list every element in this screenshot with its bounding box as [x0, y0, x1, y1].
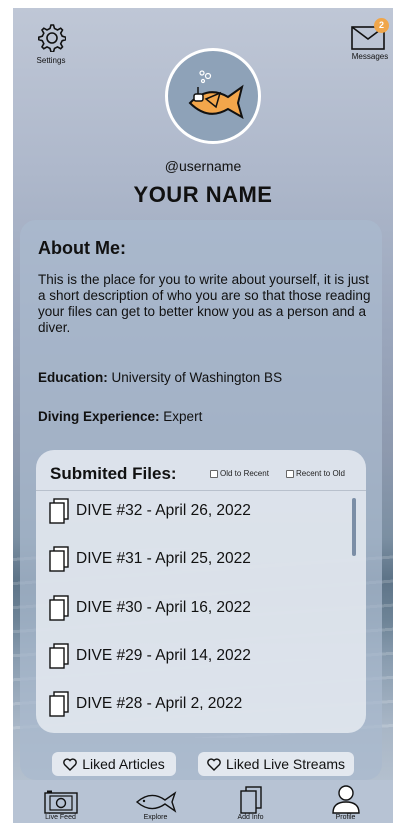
- documents-icon: [239, 786, 262, 814]
- file-item[interactable]: DIVE #31 - April 25, 2022: [48, 546, 251, 572]
- document-icon: [49, 643, 69, 669]
- experience-label: Diving Experience:: [38, 409, 160, 424]
- liked-streams-label: Liked Live Streams: [225, 756, 346, 772]
- experience-value: Expert: [159, 409, 203, 424]
- nav-add-info[interactable]: Add Info: [211, 784, 291, 823]
- nav-label: Explore: [143, 814, 168, 821]
- fish-icon: [135, 791, 176, 813]
- files-title: Submited Files:: [50, 464, 177, 483]
- document-icon: [49, 498, 69, 524]
- file-item[interactable]: DIVE #28 - April 2, 2022: [48, 691, 242, 717]
- nav-label: Profile: [335, 814, 356, 821]
- education-line: Education: University of Washington BS: [38, 370, 282, 385]
- settings-label: Settings: [36, 56, 66, 65]
- document-icon: [49, 546, 69, 572]
- nav-explore[interactable]: Explore: [116, 784, 196, 823]
- camera-icon: [43, 790, 78, 814]
- checkbox[interactable]: [210, 469, 218, 478]
- file-item[interactable]: DIVE #32 - April 26, 2022: [48, 498, 251, 524]
- bottom-nav: Live Feed Explore Add Info Profile: [13, 780, 393, 823]
- education-value: University of Washington BS: [107, 370, 283, 385]
- liked-articles-label: Liked Articles: [82, 756, 165, 772]
- sort-recent-label: Recent to Old: [296, 469, 345, 478]
- heart-icon: [207, 757, 221, 771]
- profile-screen: Settings 2 Messages @username YOUR NAME …: [13, 8, 393, 823]
- liked-articles-button[interactable]: Liked Articles: [52, 752, 176, 776]
- checkbox[interactable]: [286, 469, 294, 478]
- file-name: DIVE #31 - April 25, 2022: [76, 550, 251, 567]
- sort-recent-to-old[interactable]: Recent to Old: [286, 469, 345, 478]
- submitted-files-panel: Submited Files: Old to Recent Recent to …: [36, 450, 366, 733]
- about-title: About Me:: [38, 238, 126, 258]
- files-scrollbar[interactable]: [352, 498, 356, 556]
- sort-old-label: Old to Recent: [220, 469, 269, 478]
- education-label: Education:: [38, 370, 108, 385]
- messages-button[interactable]: 2 Messages: [347, 18, 393, 61]
- gear-icon: [38, 24, 67, 53]
- experience-line: Diving Experience: Expert: [38, 409, 202, 424]
- about-card: About Me: This is the place for you to w…: [20, 220, 382, 780]
- file-name: DIVE #32 - April 26, 2022: [76, 502, 251, 519]
- file-name: DIVE #30 - April 16, 2022: [76, 599, 251, 616]
- document-icon: [49, 595, 69, 621]
- settings-button[interactable]: Settings: [31, 22, 71, 65]
- file-name: DIVE #28 - April 2, 2022: [76, 695, 243, 712]
- person-icon: [331, 785, 360, 814]
- nav-live-feed[interactable]: Live Feed: [21, 784, 101, 823]
- profile-name: YOUR NAME: [133, 182, 273, 207]
- file-name: DIVE #29 - April 14, 2022: [76, 647, 251, 664]
- fish-diver-icon: [188, 70, 244, 120]
- divider: [36, 490, 366, 491]
- unread-badge: 2: [374, 18, 389, 33]
- nav-profile[interactable]: Profile: [306, 784, 386, 823]
- heart-icon: [63, 757, 78, 771]
- messages-label: Messages: [351, 52, 389, 61]
- document-icon: [49, 691, 69, 717]
- about-text: This is the place for you to write about…: [38, 272, 371, 335]
- nav-label: Add Info: [237, 814, 264, 821]
- liked-live-streams-button[interactable]: Liked Live Streams: [198, 752, 354, 776]
- username: @username: [164, 158, 242, 174]
- file-item[interactable]: DIVE #29 - April 14, 2022: [48, 643, 251, 669]
- sort-old-to-recent[interactable]: Old to Recent: [210, 469, 269, 478]
- nav-label: Live Feed: [45, 814, 76, 821]
- avatar[interactable]: [165, 48, 261, 144]
- file-item[interactable]: DIVE #30 - April 16, 2022: [48, 595, 251, 621]
